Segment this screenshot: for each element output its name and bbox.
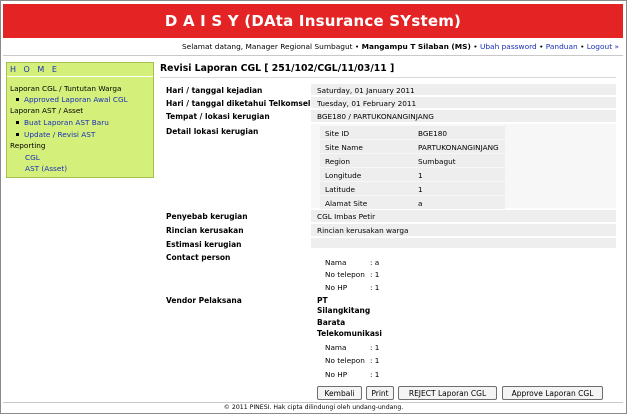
field-value-location: BGE180 / PARTUKONANGINJANG — [317, 112, 434, 121]
field-value-damage-detail: Rincian kerusakan warga — [317, 226, 409, 235]
field-label-location-detail: Detail lokasi kerugian — [166, 127, 259, 136]
reject-button[interactable]: REJECT Laporan CGL — [398, 386, 497, 400]
field-value-cause: CGL Imbas Petir — [317, 212, 376, 221]
sidebar-section-cgl: Laporan CGL / Tuntutan Warga — [10, 84, 122, 93]
field-label-vendor: Vendor Pelaksana — [166, 296, 242, 305]
latitude-value: 1 — [418, 185, 423, 194]
footer-copyright: © 2011 PINESI. Hak cipta dilindungi oleh… — [223, 404, 404, 411]
sidebar-section-ast: Laporan AST / Asset — [10, 106, 84, 115]
region-value: Sumbagut — [418, 157, 456, 166]
vendor-name-line: Telekomunikasi — [317, 329, 382, 338]
field-value-incident-date: Saturday, 01 January 2011 — [317, 86, 415, 95]
latitude-label: Latitude — [325, 185, 356, 194]
sidebar-item-update-ast[interactable]: Update / Revisi AST — [16, 130, 95, 140]
sidebar-divider — [7, 76, 153, 77]
vendor-contact-name-label: Nama — [325, 343, 347, 352]
sidebar-section-reporting: Reporting — [10, 141, 46, 150]
welcome-bar: Selamat datang, Manager Regional Sumbagu… — [3, 40, 619, 54]
sidebar-item-label: Buat Laporan AST Baru — [24, 118, 109, 127]
sidebar-item-report-cgl[interactable]: CGL — [25, 153, 40, 163]
vendor-contact-name-value: : 1 — [370, 343, 380, 352]
logout-arrow[interactable]: » — [614, 42, 619, 51]
welcome-user: Mangampu T Silaban (MS) — [361, 42, 471, 51]
app-header: D A I S Y (DAta Insurance SYstem) — [3, 4, 623, 38]
longitude-value: 1 — [418, 171, 423, 180]
contact-name-value: : a — [370, 258, 380, 267]
vendor-name-line: PT — [317, 296, 328, 305]
contact-mobile-value: : 1 — [370, 283, 380, 292]
field-value-known-date: Tuesday, 01 February 2011 — [317, 99, 417, 108]
welcome-sep-2: • — [539, 42, 544, 51]
guide-link[interactable]: Panduan — [546, 42, 578, 51]
contact-phone-label: No telepon — [325, 270, 365, 279]
sidebar-item-approved-cgl[interactable]: Approved Laporan Awal CGL — [16, 95, 128, 105]
site-id-label: Site ID — [325, 129, 350, 138]
field-label-cause: Penyebab kerugian — [166, 212, 248, 221]
welcome-greeting: Selamat datang, Manager Regional Sumbagu… — [181, 42, 360, 51]
vendor-mobile-label: No HP — [325, 370, 348, 379]
field-label-damage-detail: Rincian kerusakan — [166, 226, 244, 235]
field-label-known-date: Hari / tanggal diketahui Telkomsel — [166, 99, 311, 108]
page-title: Revisi Laporan CGL [ 251/102/CGL/11/03/1… — [160, 63, 395, 74]
field-label-location: Tempat / lokasi kerugian — [166, 112, 270, 121]
sidebar-item-report-ast[interactable]: AST (Asset) — [25, 164, 67, 174]
vendor-phone-value: : 1 — [370, 356, 380, 365]
site-id-value: BGE180 — [418, 129, 448, 138]
bullet-icon — [16, 120, 19, 124]
app-title: D A I S Y (DAta Insurance SYstem) — [164, 12, 462, 30]
sidebar-item-label: Update / Revisi AST — [24, 130, 96, 139]
back-button[interactable]: Kembali — [317, 386, 362, 400]
approve-button[interactable]: Approve Laporan CGL — [502, 386, 603, 400]
title-divider — [160, 77, 616, 78]
sidebar-item-new-ast[interactable]: Buat Laporan AST Baru — [16, 118, 109, 128]
welcome-sep-3: • — [580, 42, 585, 51]
bullet-icon — [16, 132, 19, 136]
field-label-contact: Contact person — [166, 253, 231, 262]
bullet-icon — [16, 97, 19, 101]
longitude-label: Longitude — [325, 171, 362, 180]
site-name-label: Site Name — [325, 143, 363, 152]
contact-name-label: Nama — [325, 258, 347, 267]
welcome-sep-1: • — [473, 42, 478, 51]
footer-divider — [3, 402, 623, 403]
logout-link[interactable]: Logout — [587, 42, 612, 51]
sidebar-home-link[interactable]: H O M E — [10, 65, 59, 74]
print-button[interactable]: Print — [366, 386, 394, 400]
change-password-link[interactable]: Ubah password — [480, 42, 537, 51]
header-divider — [3, 55, 623, 56]
site-address-label: Alamat Site — [325, 199, 368, 208]
value-cell — [311, 238, 616, 248]
vendor-name-line: Silangkitang — [317, 306, 371, 315]
field-label-estimate: Estimasi kerugian — [166, 240, 242, 249]
field-label-incident-date: Hari / tanggal kejadian — [166, 86, 263, 95]
region-label: Region — [325, 157, 350, 166]
vendor-name-line: Barata — [317, 318, 346, 327]
contact-phone-value: : 1 — [370, 270, 380, 279]
vendor-mobile-value: : 1 — [370, 370, 380, 379]
contact-mobile-label: No HP — [325, 283, 348, 292]
site-address-value: a — [418, 199, 423, 208]
sidebar-item-label: Approved Laporan Awal CGL — [24, 95, 128, 104]
vendor-phone-label: No telepon — [325, 356, 365, 365]
site-name-value: PARTUKONANGINJANG — [418, 143, 499, 152]
